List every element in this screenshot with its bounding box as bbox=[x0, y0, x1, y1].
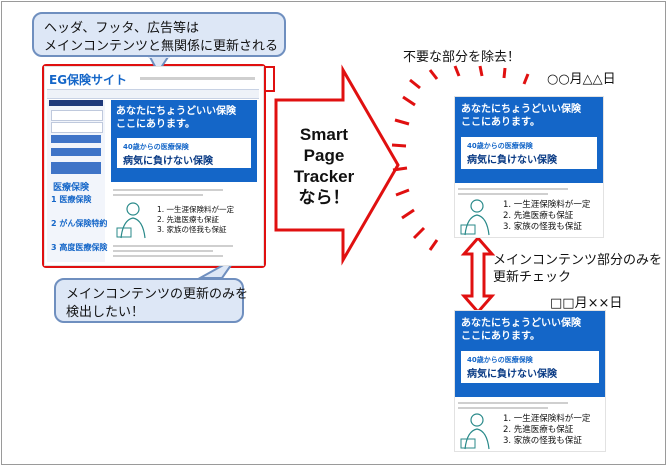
sidebar-phone-1 bbox=[51, 110, 103, 121]
hero-top-line-2: ここにあります。 bbox=[461, 117, 540, 128]
sidebar: 医療保険 1 医療保険 2 がん保険特約 3 高度医療保険 bbox=[47, 100, 108, 262]
hero-sub-big: 病気に負けない保険 bbox=[123, 156, 213, 167]
benefit-2: 2. 先進医療も保証 bbox=[157, 215, 220, 224]
bottom-callout-line-2: 検出したい！ bbox=[66, 305, 145, 320]
text-line bbox=[458, 193, 548, 195]
text-line bbox=[458, 188, 568, 190]
benefit-top-2: 2. 先進医療も保証 bbox=[503, 211, 574, 221]
benefit-bottom-1: 1. 一生涯保険料が一定 bbox=[503, 414, 591, 424]
benefit-1: 1. 一生涯保険料が一定 bbox=[157, 205, 235, 214]
top-callout: ヘッダ、フッタ、広告等は メインコンテンツと無関係に更新される bbox=[32, 12, 286, 57]
sidebar-item-1: 1 医療保険 bbox=[51, 195, 92, 204]
benefit-top-1: 1. 一生涯保険料が一定 bbox=[503, 200, 591, 210]
text-line bbox=[113, 245, 233, 247]
hero-bottom-sub-big: 病気に負けない保険 bbox=[467, 369, 557, 380]
site-logo: EG保険サイト bbox=[49, 73, 128, 87]
date-top: ○○月△△日 bbox=[547, 72, 616, 87]
sidebar-item-2: 2 がん保険特約 bbox=[51, 219, 108, 228]
arrow-text: Smart Page Tracker なら！ bbox=[282, 124, 366, 208]
hero-block-top: あなたにちょうどいい保険 ここにあります。 40歳からの医療保険 病気に負けない… bbox=[455, 97, 603, 183]
content-snapshot-top: あなたにちょうどいい保険 ここにあります。 40歳からの医療保険 病気に負けない… bbox=[455, 97, 603, 237]
benefit-list-bottom: 1. 一生涯保険料が一定 2. 先進医療も保証 3. 家族の怪我も保証 bbox=[503, 414, 590, 447]
benefit-list-top: 1. 一生涯保険料が一定 2. 先進医療も保証 3. 家族の怪我も保証 bbox=[503, 200, 590, 233]
hero-block: あなたにちょうどいい保険 ここにあります。 40歳からの医療保険 病気に負けない… bbox=[111, 100, 257, 182]
full-page-thumbnail: EG保険サイト 医療保険 1 医療保険 2 がん保険特約 3 高度医療保険 あな… bbox=[45, 67, 263, 265]
hero-bottom-subpanel: 40歳からの医療保険 病気に負けない保険 bbox=[461, 351, 599, 383]
remove-label: 不要な部分を除去！ bbox=[403, 50, 521, 65]
arrow-text-line-3: Tracker bbox=[293, 167, 355, 186]
hero-top-sub-big: 病気に負けない保険 bbox=[467, 155, 557, 166]
text-line bbox=[113, 255, 223, 257]
benefit-bottom-3: 3. 家族の怪我も保証 bbox=[503, 436, 582, 446]
hero-subpanel: 40歳からの医療保険 病気に負けない保険 bbox=[117, 138, 251, 168]
bottom-callout: メインコンテンツの更新のみを 検出したい！ bbox=[54, 278, 249, 323]
sidebar-title: 医療保険 bbox=[53, 183, 90, 193]
person-illustration-top bbox=[460, 199, 490, 236]
check-label-line-2: 更新チェック bbox=[493, 270, 572, 285]
arrow-text-line-2: Page bbox=[303, 146, 345, 165]
sidebar-item-3: 3 高度医療保険 bbox=[51, 243, 108, 252]
check-label-line-1: メインコンテンツ部分のみを bbox=[493, 253, 663, 268]
content-snapshot-bottom: あなたにちょうどいい保険 ここにあります。 40歳からの医療保険 病気に負けない… bbox=[455, 311, 605, 451]
benefit-bottom-2: 2. 先進医療も保証 bbox=[503, 425, 574, 435]
person-illustration bbox=[116, 202, 146, 239]
sidebar-banner bbox=[51, 162, 101, 174]
bottom-callout-line-1: メインコンテンツの更新のみを bbox=[66, 287, 249, 302]
text-line bbox=[458, 407, 548, 409]
text-line bbox=[113, 194, 203, 196]
arrow-text-line-1: Smart bbox=[299, 125, 349, 144]
hero-line-2: ここにあります。 bbox=[116, 119, 195, 130]
sidebar-tab bbox=[49, 100, 103, 106]
benefit-top-3: 3. 家族の怪我も保証 bbox=[503, 222, 582, 232]
person-illustration-bottom bbox=[460, 413, 490, 450]
benefit-list: 1. 一生涯保険料が一定 2. 先進医療も保証 3. 家族の怪我も保証 bbox=[157, 205, 234, 235]
hero-bottom-line-1: あなたにちょうどいい保険 bbox=[461, 318, 581, 329]
benefit-3: 3. 家族の怪我も保証 bbox=[157, 225, 227, 234]
hero-bottom-line-2: ここにあります。 bbox=[461, 331, 540, 342]
hero-block-bottom: あなたにちょうどいい保険 ここにあります。 40歳からの医療保険 病気に負けない… bbox=[455, 311, 605, 397]
top-callout-line-2: メインコンテンツと無関係に更新される bbox=[44, 39, 279, 54]
text-line bbox=[113, 189, 223, 191]
sidebar-phone-2 bbox=[51, 122, 103, 133]
global-nav bbox=[47, 89, 259, 99]
hero-top-line-1: あなたにちょうどいい保険 bbox=[461, 104, 581, 115]
sidebar-cta-1 bbox=[51, 135, 101, 143]
top-callout-line-1: ヘッダ、フッタ、広告等は bbox=[44, 21, 199, 36]
date-bottom: □□月××日 bbox=[550, 296, 623, 311]
text-line bbox=[113, 250, 213, 252]
hero-top-subpanel: 40歳からの医療保険 病気に負けない保険 bbox=[461, 137, 597, 169]
check-label: メインコンテンツ部分のみを 更新チェック bbox=[493, 252, 662, 286]
arrow-text-line-4: なら！ bbox=[298, 188, 350, 207]
compare-double-arrow bbox=[460, 235, 496, 315]
hero-bottom-sub-small: 40歳からの医療保険 bbox=[467, 356, 533, 364]
hero-sub-small: 40歳からの医療保険 bbox=[123, 143, 189, 151]
hero-top-sub-small: 40歳からの医療保険 bbox=[467, 142, 533, 150]
hero-line-1: あなたにちょうどいい保険 bbox=[116, 106, 236, 117]
header-ad-bar bbox=[140, 77, 255, 80]
sidebar-cta-2 bbox=[51, 148, 101, 156]
text-line bbox=[458, 402, 568, 404]
